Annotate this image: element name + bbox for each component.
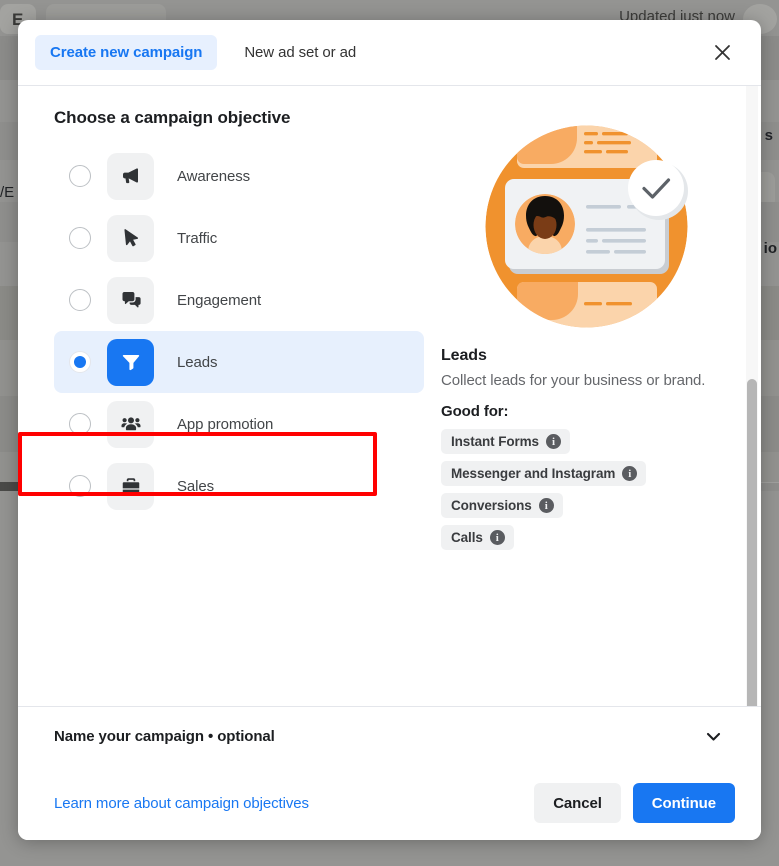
- radio-leads[interactable]: [69, 351, 91, 373]
- good-for-chip-list: Instant Forms i Messenger and Instagram …: [441, 429, 731, 557]
- chip-instant-forms[interactable]: Instant Forms i: [441, 429, 570, 454]
- bg-fragment-right-2: io: [763, 240, 777, 257]
- objective-row-app-promotion[interactable]: App promotion: [54, 393, 424, 455]
- objective-detail-column: Leads Collect leads for your business or…: [424, 108, 731, 766]
- info-icon[interactable]: i: [538, 498, 554, 513]
- objective-list-column: Choose a campaign objective Awareness Tr…: [54, 108, 424, 766]
- learn-more-link[interactable]: Learn more about campaign objectives: [54, 795, 309, 812]
- chip-label: Conversions: [451, 498, 532, 513]
- name-your-campaign-section[interactable]: Name your campaign • optional: [18, 706, 761, 766]
- tab-create-new-campaign[interactable]: Create new campaign: [35, 35, 218, 70]
- cancel-button[interactable]: Cancel: [534, 783, 621, 823]
- objective-label-app-promotion: App promotion: [177, 415, 274, 433]
- modal-body-content: Choose a campaign objective Awareness Tr…: [18, 86, 761, 766]
- chip-label: Messenger and Instagram: [451, 466, 616, 481]
- chip-row: Conversions i: [441, 493, 731, 525]
- objective-row-awareness[interactable]: Awareness: [54, 145, 424, 207]
- name-your-campaign-label: Name your campaign • optional: [54, 728, 275, 745]
- radio-awareness[interactable]: [69, 165, 91, 187]
- chat-bubbles-icon: [107, 276, 154, 324]
- info-icon[interactable]: i: [545, 434, 561, 449]
- radio-sales[interactable]: [69, 475, 91, 497]
- info-icon[interactable]: i: [622, 466, 638, 481]
- objective-row-engagement[interactable]: Engagement: [54, 269, 424, 331]
- chevron-down-icon[interactable]: [704, 727, 723, 746]
- good-for-label: Good for:: [441, 403, 509, 420]
- page-root: E Updated just now s /E io Create new ca…: [0, 0, 779, 866]
- chip-calls[interactable]: Calls i: [441, 525, 514, 550]
- radio-engagement[interactable]: [69, 289, 91, 311]
- close-icon[interactable]: [705, 36, 739, 70]
- objective-label-leads: Leads: [177, 353, 218, 371]
- briefcase-icon: [107, 462, 154, 510]
- objective-row-sales[interactable]: Sales: [54, 455, 424, 517]
- modal-scrollbar-track[interactable]: [746, 86, 758, 766]
- people-group-icon: [107, 400, 154, 448]
- radio-traffic[interactable]: [69, 227, 91, 249]
- chip-row: Calls i: [441, 525, 731, 557]
- cursor-arrow-icon: [107, 214, 154, 262]
- chip-conversions[interactable]: Conversions i: [441, 493, 563, 518]
- radio-app-promotion[interactable]: [69, 413, 91, 435]
- create-campaign-modal: Create new campaign New ad set or ad Cho…: [18, 20, 761, 840]
- chip-messenger-and-instagram[interactable]: Messenger and Instagram i: [441, 461, 647, 486]
- modal-footer: Learn more about campaign objectives Can…: [18, 766, 761, 840]
- footer-buttons: Cancel Continue: [534, 783, 735, 823]
- objective-row-traffic[interactable]: Traffic: [54, 207, 424, 269]
- chip-row: Instant Forms i: [441, 429, 731, 461]
- chip-label: Calls: [451, 530, 483, 545]
- detail-title: Leads: [441, 347, 487, 364]
- objective-list: Awareness Traffic Engagement Leads App p…: [54, 145, 424, 517]
- bg-fragment-left: /E: [0, 184, 15, 201]
- chip-label: Instant Forms: [451, 434, 539, 449]
- bg-fragment-right-1: s: [764, 127, 773, 144]
- megaphone-icon: [107, 152, 154, 200]
- page-title: Choose a campaign objective: [54, 108, 291, 127]
- modal-body: Choose a campaign objective Awareness Tr…: [18, 85, 761, 766]
- objective-label-awareness: Awareness: [177, 167, 251, 185]
- tab-new-ad-set-or-ad[interactable]: New ad set or ad: [229, 35, 371, 70]
- objective-label-sales: Sales: [177, 477, 215, 495]
- illustration-wrapper: [441, 124, 731, 329]
- objective-label-traffic: Traffic: [177, 229, 218, 247]
- info-icon[interactable]: i: [489, 530, 505, 545]
- funnel-icon: [107, 338, 154, 386]
- objective-row-leads[interactable]: Leads: [54, 331, 424, 393]
- objective-label-engagement: Engagement: [177, 291, 262, 309]
- detail-description: Collect leads for your business or brand…: [441, 372, 706, 389]
- continue-button[interactable]: Continue: [632, 783, 735, 823]
- id-card-with-checkmark-illustration: [485, 125, 688, 328]
- chip-row: Messenger and Instagram i: [441, 461, 731, 493]
- modal-header: Create new campaign New ad set or ad: [18, 20, 761, 85]
